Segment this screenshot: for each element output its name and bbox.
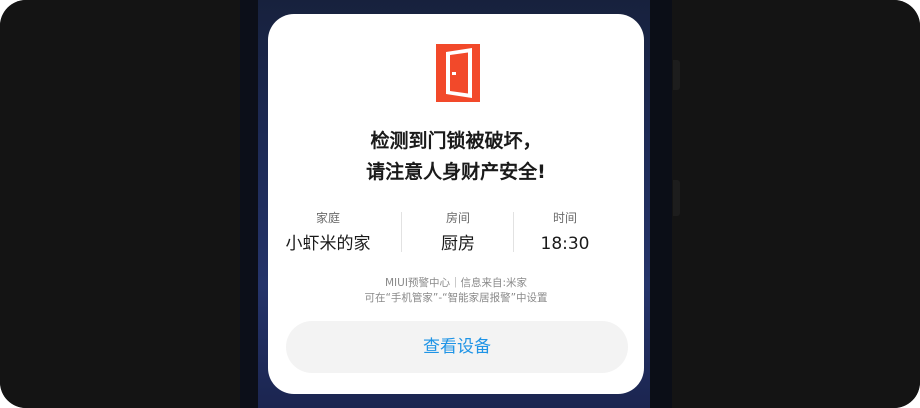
right-bezel	[672, 0, 920, 408]
time-label: 时间	[552, 211, 577, 225]
room-info: 房间 厨房	[398, 210, 518, 256]
alert-dialog: 检测到门锁被破坏， 请注意人身财产安全! 家庭 小虾米的家 房间 厨房 时间 1…	[268, 14, 644, 394]
alert-title: 检测到门锁被破坏， 请注意人身财产安全!	[268, 126, 644, 188]
alert-info-row: 家庭 小虾米的家 房间 厨房 时间 18:30	[268, 210, 644, 258]
phone-device: 检测到门锁被破坏， 请注意人身财产安全! 家庭 小虾米的家 房间 厨房 时间 1…	[0, 0, 920, 408]
time-info: 时间 18:30	[502, 210, 628, 256]
room-label: 房间	[445, 211, 470, 225]
source-note-line2: 可在“手机管家”-“智能家居报警”中设置	[364, 292, 548, 304]
power-button	[673, 180, 680, 216]
time-value: 18:30	[540, 234, 590, 254]
source-note: MIUI预警中心｜信息来自:米家 可在“手机管家”-“智能家居报警”中设置	[268, 276, 644, 306]
room-value: 厨房	[441, 234, 475, 254]
home-value: 小虾米的家	[285, 234, 371, 254]
home-info: 家庭 小虾米的家	[268, 210, 388, 256]
wallpaper-edge-left	[240, 0, 258, 408]
door-open-icon	[436, 44, 480, 102]
alert-title-line1: 检测到门锁被破坏，	[370, 130, 542, 152]
alert-title-line2: 请注意人身财产安全!	[366, 161, 546, 183]
left-bezel	[0, 0, 240, 408]
home-label: 家庭	[315, 211, 340, 225]
volume-button	[673, 60, 680, 90]
view-device-button[interactable]: 查看设备	[286, 321, 628, 373]
source-note-line1: MIUI预警中心｜信息来自:米家	[385, 277, 527, 289]
wallpaper-edge-right	[650, 0, 672, 408]
